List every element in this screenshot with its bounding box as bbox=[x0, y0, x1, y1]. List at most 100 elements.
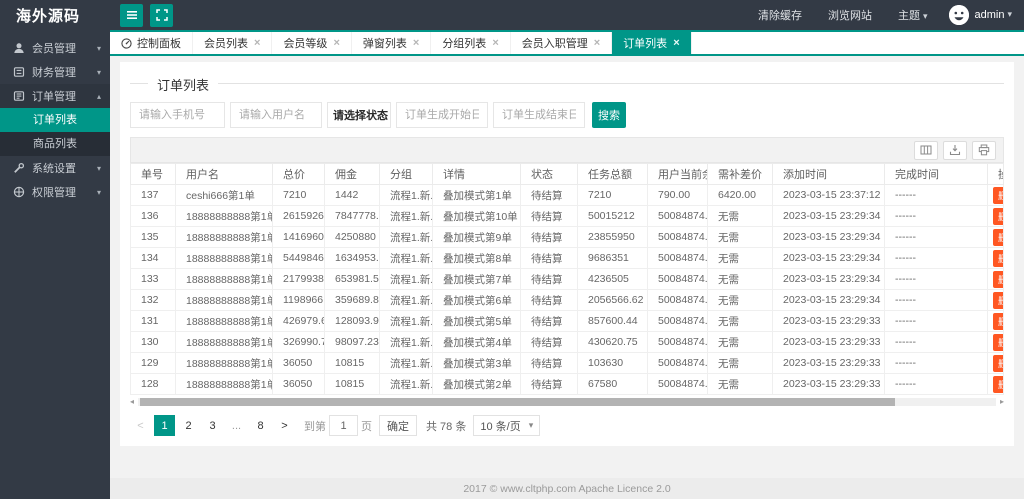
tab-close-icon[interactable]: × bbox=[413, 37, 419, 49]
delete-button[interactable]: 删除 bbox=[993, 354, 1003, 372]
next-page-button[interactable]: > bbox=[274, 415, 295, 436]
clear-cache-link[interactable]: 清除缓存 bbox=[745, 7, 815, 23]
page-numbers: 1 2 3... 8 bbox=[154, 415, 271, 436]
cell-detail: 叠加模式第10单 bbox=[432, 205, 521, 227]
table-row: 12818888888888第1单3605010815流程1.新...叠加模式第… bbox=[130, 373, 1004, 395]
permission-icon bbox=[13, 186, 26, 198]
topbar-buttons bbox=[120, 3, 173, 27]
delete-button[interactable]: 删除 bbox=[993, 333, 1003, 351]
search-button[interactable]: 搜索 bbox=[592, 102, 626, 128]
delete-button[interactable]: 删除 bbox=[993, 312, 1003, 330]
tab-close-icon[interactable]: × bbox=[254, 37, 260, 49]
tab-member-list[interactable]: 会员列表 × bbox=[193, 32, 273, 54]
username-input[interactable] bbox=[230, 102, 322, 128]
cell-commission: 653981.5 bbox=[324, 268, 380, 290]
cell-task-total: 50015212 bbox=[577, 205, 648, 227]
cell-order-no: 132 bbox=[130, 289, 176, 311]
tab-group-list[interactable]: 分组列表 × bbox=[431, 32, 511, 54]
delete-button[interactable]: 删除 bbox=[993, 207, 1003, 225]
cell-task-total: 4236505 bbox=[577, 268, 648, 290]
fullscreen-icon bbox=[155, 9, 168, 21]
scrollbar-track[interactable] bbox=[138, 397, 996, 406]
cell-group: 流程1.新... bbox=[379, 268, 433, 290]
sidebar-item-member[interactable]: 会员管理 ▾ bbox=[0, 36, 110, 60]
scroll-right-icon[interactable]: ▸ bbox=[996, 397, 1004, 406]
sidebar-item-order-list[interactable]: 订单列表 bbox=[0, 108, 110, 132]
avatar[interactable] bbox=[948, 5, 969, 25]
export-button[interactable] bbox=[943, 140, 967, 160]
cell-commission: 10815 bbox=[324, 373, 380, 395]
filter-columns-button[interactable] bbox=[914, 140, 938, 160]
sidebar-item-permission[interactable]: 权限管理 ▾ bbox=[0, 180, 110, 204]
fullscreen-button[interactable] bbox=[150, 3, 173, 27]
tab-label: 分组列表 bbox=[442, 38, 487, 50]
cell-price-diff: 无需 bbox=[707, 310, 773, 332]
table-header-row: 单号用户名总价佣金分组详情状态任务总额用户当前余额需补差价添加时间完成时间操作 bbox=[130, 163, 1004, 185]
delete-button[interactable]: 删除 bbox=[993, 270, 1003, 288]
theme-menu[interactable]: 主题 ▾ bbox=[885, 7, 941, 23]
chevron-down-icon: ▾ bbox=[528, 420, 534, 431]
jump-page-input[interactable] bbox=[329, 415, 358, 436]
col-detail: 详情 bbox=[432, 163, 521, 185]
date-end-input[interactable] bbox=[493, 102, 585, 128]
cell-commission: 359689.84 bbox=[324, 289, 380, 311]
sidebar: 会员管理 ▾ 财务管理 ▾ 订单管理 ▴ 订单列表 商品列表 系统设置 ▾ 权限… bbox=[0, 30, 110, 499]
cell-commission: 98097.23 bbox=[324, 331, 380, 353]
phone-input[interactable] bbox=[130, 102, 225, 128]
sidebar-item-label: 权限管理 bbox=[32, 187, 76, 199]
browse-site-link[interactable]: 浏览网站 bbox=[815, 7, 885, 23]
sidebar-item-system[interactable]: 系统设置 ▾ bbox=[0, 156, 110, 180]
table-toolbar bbox=[130, 137, 1004, 163]
sidebar-item-goods-list[interactable]: 商品列表 bbox=[0, 132, 110, 156]
cell-price-diff: 无需 bbox=[707, 289, 773, 311]
user-menu[interactable]: admin ▾ bbox=[975, 9, 1013, 21]
delete-button[interactable]: 删除 bbox=[993, 228, 1003, 246]
cell-status: 待结算 bbox=[520, 352, 578, 374]
topbar-right: 清除缓存 浏览网站 主题 ▾ admin ▾ bbox=[745, 5, 1024, 25]
cell-user-balance: 50084874.97 bbox=[647, 226, 708, 248]
tab-order-list[interactable]: 订单列表 × bbox=[612, 32, 692, 54]
prev-page-button[interactable]: < bbox=[130, 415, 151, 436]
sidebar-submenu: 订单列表 商品列表 bbox=[0, 108, 110, 156]
delete-button[interactable]: 删除 bbox=[993, 375, 1003, 393]
status-select[interactable]: 请选择状态 bbox=[327, 102, 391, 128]
cell-status: 待结算 bbox=[520, 289, 578, 311]
cell-user-balance: 50084874.97 bbox=[647, 373, 708, 395]
per-page-select[interactable]: 10 条/页 ▾ bbox=[473, 415, 541, 436]
tab-close-icon[interactable]: × bbox=[492, 37, 498, 49]
scroll-left-icon[interactable]: ◂ bbox=[130, 397, 138, 406]
print-button[interactable] bbox=[972, 140, 996, 160]
confirm-button[interactable]: 确定 bbox=[379, 415, 417, 436]
sidebar-item-order[interactable]: 订单管理 ▴ bbox=[0, 84, 110, 108]
delete-button[interactable]: 删除 bbox=[993, 186, 1003, 204]
collapse-menu-button[interactable] bbox=[120, 3, 143, 27]
tab-close-icon[interactable]: × bbox=[673, 37, 679, 49]
sidebar-item-label: 财务管理 bbox=[32, 67, 76, 79]
tab-member-entry[interactable]: 会员入职管理 × bbox=[511, 32, 613, 54]
top-bar: 海外源码 清除缓存 浏览网站 主题 ▾ admin ▾ bbox=[0, 0, 1024, 30]
columns-icon bbox=[920, 144, 932, 156]
sidebar-item-finance[interactable]: 财务管理 ▾ bbox=[0, 60, 110, 84]
scrollbar-thumb[interactable] bbox=[140, 397, 896, 406]
tab-close-icon[interactable]: × bbox=[594, 37, 600, 49]
cell-user-balance: 50084874.97 bbox=[647, 247, 708, 269]
cell-action: 删除 bbox=[987, 226, 1004, 248]
orders-table: 单号用户名总价佣金分组详情状态任务总额用户当前余额需补差价添加时间完成时间操作 … bbox=[130, 163, 1004, 395]
cell-order-no: 135 bbox=[130, 226, 176, 248]
tab-close-icon[interactable]: × bbox=[333, 37, 339, 49]
tab-dashboard[interactable]: 控制面板 bbox=[110, 32, 193, 54]
cell-order-no: 129 bbox=[130, 352, 176, 374]
tab-member-level[interactable]: 会员等级 × bbox=[272, 32, 352, 54]
page-button-8[interactable]: 8 bbox=[250, 415, 271, 436]
cell-group: 流程1.新... bbox=[379, 373, 433, 395]
delete-button[interactable]: 删除 bbox=[993, 291, 1003, 309]
page-button-1[interactable]: 1 bbox=[154, 415, 175, 436]
user-icon bbox=[13, 42, 26, 54]
page-button-3[interactable]: 3 bbox=[202, 415, 223, 436]
tab-popup-list[interactable]: 弹窗列表 × bbox=[352, 32, 432, 54]
delete-button[interactable]: 删除 bbox=[993, 249, 1003, 267]
fieldset-divider: 订单列表 bbox=[130, 75, 1004, 94]
page-button-2[interactable]: 2 bbox=[178, 415, 199, 436]
tab-label: 会员列表 bbox=[204, 38, 248, 50]
date-start-input[interactable] bbox=[396, 102, 488, 128]
